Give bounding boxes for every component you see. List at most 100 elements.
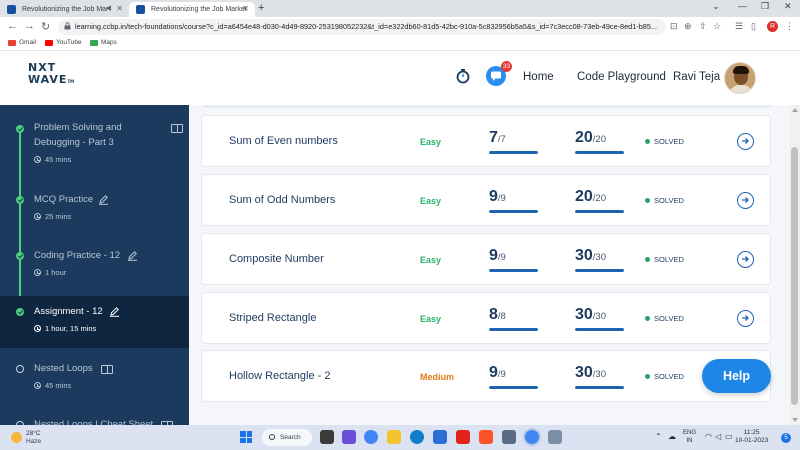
teams-chat-icon[interactable] bbox=[342, 430, 356, 444]
completed-check-icon bbox=[16, 196, 24, 204]
page-scrollbar[interactable] bbox=[789, 105, 800, 425]
bookmark-maps[interactable]: Maps bbox=[90, 39, 117, 46]
side-panel-icon[interactable]: ▯ bbox=[751, 21, 756, 32]
chrome-menu-icon[interactable]: ⋮ bbox=[785, 21, 794, 32]
reading-list-icon[interactable]: ☰ bbox=[735, 21, 743, 32]
question-title[interactable]: Hollow Rectangle - 2 bbox=[229, 370, 331, 382]
zoom-icon[interactable]: ⊕ bbox=[684, 21, 692, 32]
chrome-taskbar-icon[interactable] bbox=[364, 430, 378, 444]
notification-count-badge[interactable]: 5 bbox=[781, 433, 791, 443]
minimize-icon[interactable]: — bbox=[738, 1, 747, 11]
maximize-icon[interactable]: ❐ bbox=[761, 1, 769, 12]
nxtwave-logo[interactable]: NXT WAVETM bbox=[28, 62, 74, 88]
points-earned: 20 bbox=[575, 188, 593, 205]
store-icon[interactable] bbox=[433, 430, 447, 444]
onedrive-icon[interactable]: ☁ bbox=[668, 432, 676, 441]
question-title[interactable]: Sum of Odd Numbers bbox=[229, 194, 335, 206]
back-icon[interactable]: ← bbox=[7, 20, 18, 32]
nav-home-link[interactable]: Home bbox=[523, 71, 554, 83]
sidebar-item-assignment[interactable]: Assignment - 12 1 hour, 15 mins bbox=[0, 296, 189, 348]
tests-passed: 9 bbox=[489, 364, 498, 381]
question-row[interactable]: Striped Rectangle Easy 8/8 30/30 SOLVED bbox=[201, 292, 771, 344]
question-row[interactable]: Sum of Odd Numbers Easy 9/9 20/20 SOLVED bbox=[201, 174, 771, 226]
question-row[interactable]: Sum of Even numbers Easy 7/7 20/20 SOLVED bbox=[201, 115, 771, 167]
close-tab-icon[interactable]: ✕ bbox=[116, 4, 123, 13]
open-question-arrow-icon[interactable] bbox=[737, 251, 754, 268]
course-sidebar: Problem Solving and Debugging - Part 3 4… bbox=[0, 105, 189, 425]
browser-tab-2[interactable]: Revolutionizing the Job Market ✕ bbox=[129, 2, 255, 17]
forward-icon[interactable]: → bbox=[24, 20, 35, 32]
status-dot-icon bbox=[645, 198, 650, 203]
settings-icon[interactable] bbox=[548, 430, 562, 444]
question-row[interactable]: Composite Number Easy 9/9 30/30 SOLVED bbox=[201, 233, 771, 285]
scrollbar-thumb[interactable] bbox=[791, 147, 798, 405]
share-icon[interactable]: ⇧ bbox=[699, 21, 707, 32]
profile-avatar-icon[interactable]: R bbox=[767, 21, 778, 32]
open-question-arrow-icon[interactable] bbox=[737, 310, 754, 327]
tests-total: /9 bbox=[497, 193, 506, 204]
wifi-icon[interactable]: ◠ bbox=[705, 432, 712, 441]
open-question-arrow-icon[interactable] bbox=[737, 133, 754, 150]
sidebar-item-nested-loops[interactable]: Nested Loops 45 mins bbox=[0, 355, 189, 405]
sidebar-item-mcq-practice[interactable]: MCQ Practice 25 mins bbox=[0, 185, 189, 235]
question-title[interactable]: Composite Number bbox=[229, 253, 324, 265]
stopwatch-icon[interactable] bbox=[455, 68, 471, 84]
scroll-up-icon[interactable] bbox=[792, 108, 798, 112]
clock-icon bbox=[34, 213, 41, 220]
address-bar[interactable]: learning.ccbp.in/tech-foundations/course… bbox=[58, 19, 666, 35]
browser-tab-1[interactable]: Revolutionizing the Job Mar ◀ ✕ bbox=[0, 2, 129, 17]
nav-code-playground-link[interactable]: Code Playground bbox=[577, 71, 666, 83]
battery-icon[interactable]: ▭ bbox=[725, 432, 733, 441]
volume-icon[interactable]: ◁ bbox=[715, 432, 721, 441]
weather-widget[interactable]: 28°C Haze bbox=[10, 429, 70, 447]
status-text: SOLVED bbox=[654, 314, 684, 323]
points-score: 30/30 bbox=[575, 364, 606, 382]
brave-icon[interactable] bbox=[479, 430, 493, 444]
reload-icon[interactable]: ↻ bbox=[41, 20, 50, 33]
weather-temperature: 28°C bbox=[26, 430, 41, 437]
system-clock[interactable]: 11:25 10-01-2023 bbox=[735, 429, 768, 445]
bookmark-youtube[interactable]: YouTube bbox=[45, 39, 82, 46]
discussion-icon[interactable]: 33 bbox=[486, 61, 512, 86]
clock-icon bbox=[34, 156, 41, 163]
user-avatar[interactable] bbox=[724, 62, 756, 94]
site-header: NXT WAVETM 33 Home Code Playground Ravi … bbox=[0, 51, 800, 105]
user-name[interactable]: Ravi Teja bbox=[673, 71, 720, 83]
sidebar-item-title: Problem Solving and Debugging - Part 3 bbox=[34, 122, 122, 148]
clock-icon bbox=[34, 382, 41, 389]
bookmark-star-icon[interactable]: ☆ bbox=[713, 21, 721, 32]
bookmark-gmail[interactable]: Gmail bbox=[8, 39, 36, 46]
status-text: SOLVED bbox=[654, 372, 684, 381]
question-title[interactable]: Striped Rectangle bbox=[229, 312, 316, 324]
help-button[interactable]: Help bbox=[702, 359, 771, 393]
question-title[interactable]: Sum of Even numbers bbox=[229, 135, 338, 147]
gmail-icon bbox=[8, 39, 16, 46]
clock-icon bbox=[34, 269, 41, 276]
chrome-active-icon[interactable] bbox=[525, 430, 539, 444]
progress-fill bbox=[489, 269, 538, 272]
new-tab-icon[interactable]: + bbox=[258, 2, 264, 14]
sidebar-item-problem-solving[interactable]: Problem Solving and Debugging - Part 3 4… bbox=[0, 105, 189, 175]
speaker-icon[interactable]: ◀ bbox=[106, 4, 111, 12]
sidebar-item-nested-loops-cheat-sheet[interactable]: Nested Loops | Cheat Sheet bbox=[0, 411, 189, 425]
status-dot-icon bbox=[645, 316, 650, 321]
file-explorer-icon[interactable] bbox=[387, 430, 401, 444]
taskbar-search[interactable]: Search bbox=[262, 429, 312, 446]
install-app-icon[interactable]: ⊡ bbox=[670, 21, 678, 32]
tests-passed: 9 bbox=[489, 188, 498, 205]
window-close-icon[interactable]: ✕ bbox=[784, 1, 792, 12]
sidebar-item-coding-practice[interactable]: Coding Practice - 12 1 hour bbox=[0, 242, 189, 292]
language-indicator[interactable]: ENG IN bbox=[683, 429, 696, 445]
task-view-icon[interactable] bbox=[320, 430, 334, 444]
question-row[interactable]: Hollow Rectangle - 2 Medium 9/9 30/30 SOLVED bbox=[201, 350, 771, 402]
tab-search-icon[interactable]: ⌄ bbox=[712, 1, 720, 12]
edge-icon[interactable] bbox=[410, 430, 424, 444]
tray-overflow-icon[interactable]: ⌃ bbox=[655, 432, 662, 441]
scroll-down-icon[interactable] bbox=[792, 418, 798, 422]
open-question-arrow-icon[interactable] bbox=[737, 192, 754, 209]
windows-start-icon[interactable] bbox=[240, 431, 252, 443]
test-cases-score: 7/7 bbox=[489, 129, 506, 147]
notepad-icon[interactable] bbox=[502, 430, 516, 444]
youtube-app-icon[interactable] bbox=[456, 430, 470, 444]
close-tab-icon[interactable]: ✕ bbox=[242, 4, 249, 13]
